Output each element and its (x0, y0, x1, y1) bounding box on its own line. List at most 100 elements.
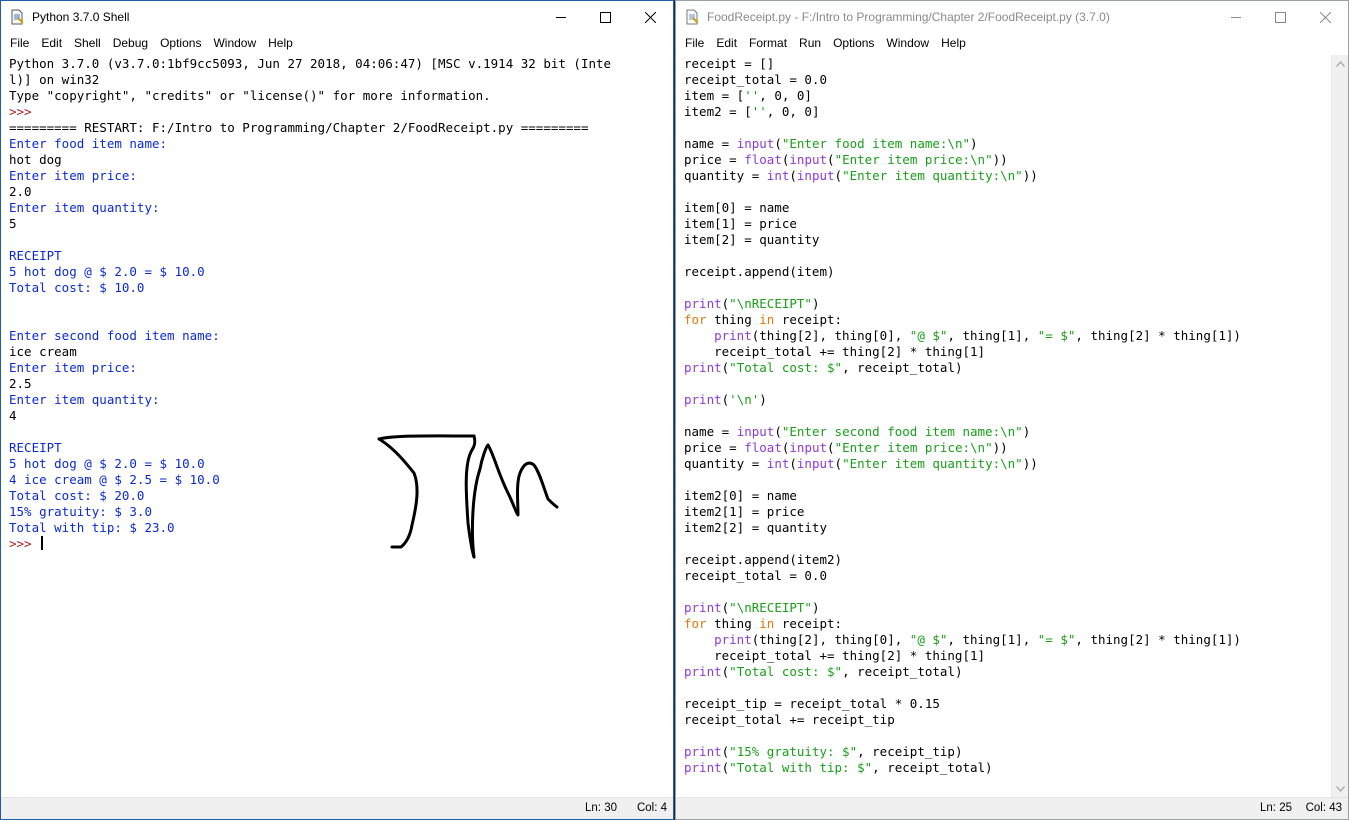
code-line: print("Total with tip: $", receipt_total… (684, 760, 993, 775)
code-line: item[1] = price (684, 216, 797, 231)
status-line: Ln: 30 (585, 802, 617, 814)
code-line: name = input("Enter second food item nam… (684, 424, 1031, 439)
code-line: item2 = ['', 0, 0] (684, 104, 820, 119)
menu-shell[interactable]: Shell (68, 36, 107, 50)
code-line: quantity = int(input("Enter item quantit… (684, 168, 1038, 183)
maximize-button[interactable] (1258, 1, 1303, 33)
menu-edit[interactable]: Edit (35, 36, 68, 50)
shell-titlebar[interactable]: Python 3.7.0 Shell (1, 1, 673, 33)
minimize-button[interactable] (1213, 1, 1258, 33)
menu-edit[interactable]: Edit (710, 36, 743, 50)
menu-help[interactable]: Help (262, 36, 299, 50)
code-line: receipt_total += receipt_tip (684, 712, 895, 727)
code-line: print("15% gratuity: $", receipt_tip) (684, 744, 963, 759)
editor-window[interactable]: FoodReceipt.py - F:/Intro to Programming… (675, 0, 1349, 820)
scroll-up-arrow-icon[interactable] (1332, 55, 1348, 72)
code-line: print(thing[2], thing[0], "@ $", thing[1… (714, 328, 1241, 343)
shell-line: >>> (9, 104, 40, 119)
code-line: print("\nRECEIPT") (684, 296, 820, 311)
vertical-scrollbar[interactable] (1331, 55, 1348, 797)
code-line: print("Total cost: $", receipt_total) (684, 360, 963, 375)
code-line: print("\nRECEIPT") (684, 600, 820, 615)
code-line: print(thing[2], thing[0], "@ $", thing[1… (714, 632, 1241, 647)
shell-statusbar: Ln: 30 Col: 4 (1, 797, 673, 819)
code-line: receipt = [] (684, 56, 775, 71)
shell-output-area[interactable]: Python 3.7.0 (v3.7.0:1bf9cc5093, Jun 27 … (4, 55, 670, 797)
editor-statusbar: Ln: 25 Col: 43 (676, 797, 1348, 819)
menu-debug[interactable]: Debug (107, 36, 154, 50)
code-line: item[0] = name (684, 200, 790, 215)
minimize-button[interactable] (538, 1, 583, 33)
shell-line: Total with tip: $ 23.0 (9, 520, 175, 535)
menu-window[interactable]: Window (207, 36, 262, 50)
code-line: receipt.append(item) (684, 264, 835, 279)
code-line: receipt_tip = receipt_total * 0.15 (684, 696, 940, 711)
menu-options[interactable]: Options (154, 36, 207, 50)
shell-text[interactable]: Python 3.7.0 (v3.7.0:1bf9cc5093, Jun 27 … (4, 55, 670, 552)
maximize-button[interactable] (583, 1, 628, 33)
shell-line: hot dog (9, 152, 62, 167)
menu-file[interactable]: File (4, 36, 35, 50)
menu-run[interactable]: Run (793, 36, 827, 50)
freehand-scribble (377, 434, 559, 559)
code-line: item = ['', 0, 0] (684, 88, 812, 103)
shell-line: >>> (9, 536, 670, 552)
shell-line: 15% gratuity: $ 3.0 (9, 504, 152, 519)
close-button[interactable] (1303, 1, 1348, 33)
code-line: print("Total cost: $", receipt_total) (684, 664, 963, 679)
status-column: Col: 43 (1305, 802, 1342, 814)
shell-menubar: File Edit Shell Debug Options Window Hel… (1, 33, 673, 53)
status-line: Ln: 25 (1260, 802, 1292, 814)
shell-line: ice cream (9, 344, 77, 359)
window-title: Python 3.7.0 Shell (32, 10, 130, 24)
code-line: item2[0] = name (684, 488, 797, 503)
shell-line: l)] on win32 (9, 72, 100, 87)
code-line: receipt_total = 0.0 (684, 568, 827, 583)
code-line: item2[2] = quantity (684, 520, 827, 535)
scrollbar-track[interactable] (1332, 72, 1348, 780)
editor-menubar: File Edit Format Run Options Window Help (676, 33, 1348, 53)
menu-format[interactable]: Format (743, 36, 793, 50)
menu-options[interactable]: Options (827, 36, 880, 50)
shell-line: Enter food item name: (9, 136, 168, 151)
code-line: receipt.append(item2) (684, 552, 843, 567)
code-line: price = float(input("Enter item price:\n… (684, 152, 1008, 167)
python-idle-icon (684, 9, 700, 25)
shell-line: 2.5 (9, 376, 32, 391)
editor-titlebar[interactable]: FoodReceipt.py - F:/Intro to Programming… (676, 1, 1348, 33)
code-line: receipt_total = 0.0 (684, 72, 827, 87)
code-line: receipt_total += thing[2] * thing[1] (684, 648, 986, 663)
shell-line: RECEIPT (9, 248, 62, 263)
menu-file[interactable]: File (679, 36, 710, 50)
editor-text[interactable]: receipt = [] receipt_total = 0.0 item = ['… (679, 55, 1328, 776)
close-button[interactable] (628, 1, 673, 33)
shell-line: 5 hot dog @ $ 2.0 = $ 10.0 (9, 456, 205, 471)
shell-window[interactable]: Python 3.7.0 Shell File Edit Shell Debug… (0, 0, 674, 820)
scroll-down-arrow-icon[interactable] (1332, 780, 1348, 797)
menu-help[interactable]: Help (935, 36, 972, 50)
shell-line: Total cost: $ 10.0 (9, 280, 145, 295)
shell-line: 4 ice cream @ $ 2.5 = $ 10.0 (9, 472, 220, 487)
shell-line: Enter second food item name: (9, 328, 220, 343)
code-line: print('\n') (684, 392, 767, 407)
shell-line: 2.0 (9, 184, 32, 199)
shell-line: 5 hot dog @ $ 2.0 = $ 10.0 (9, 264, 205, 279)
menu-window[interactable]: Window (880, 36, 935, 50)
editor-code-area[interactable]: receipt = [] receipt_total = 0.0 item = ['… (679, 55, 1328, 797)
shell-line: Enter item price: (9, 360, 137, 375)
shell-line: Total cost: $ 20.0 (9, 488, 145, 503)
text-cursor (41, 536, 43, 550)
shell-line: ========= RESTART: F:/Intro to Programmi… (9, 120, 589, 135)
